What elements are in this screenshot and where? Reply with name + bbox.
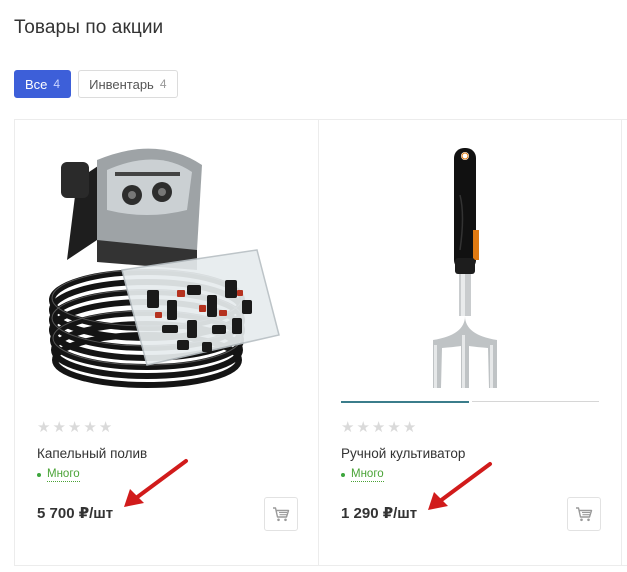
stock-dot-icon [341, 473, 345, 477]
rating-stars: ★ ★ ★ ★ ★ [341, 420, 416, 435]
slider-segment[interactable] [471, 401, 599, 402]
star-icon: ★ [341, 419, 355, 436]
filter-tab-all[interactable]: Все 4 [14, 70, 72, 98]
filter-tab-label: Инвентарь [89, 76, 154, 92]
product-grid: ★ ★ ★ ★ ★ Капельный полив Много 5 700 ₽/… [14, 119, 627, 566]
product-image-drip-irrigation[interactable] [37, 140, 295, 402]
add-to-cart-button[interactable] [264, 497, 298, 531]
star-icon: ★ [37, 419, 51, 436]
filter-tab-count: 4 [159, 77, 167, 91]
star-icon: ★ [52, 419, 66, 436]
stock-label: Много [351, 468, 384, 482]
rating-stars: ★ ★ ★ ★ ★ [37, 420, 112, 435]
page-title: Товары по акции [14, 17, 164, 38]
next-card-edge [622, 120, 627, 565]
star-icon: ★ [371, 419, 386, 436]
product-price: 1 290 ₽/шт [341, 505, 418, 522]
product-card[interactable]: ★ ★ ★ ★ ★ Ручной культиватор Много 1 290… [318, 120, 622, 565]
add-to-cart-button[interactable] [567, 497, 601, 531]
star-icon: ★ [356, 419, 370, 436]
filter-tab-count: 4 [53, 77, 61, 91]
filter-tab-inventory[interactable]: Инвентарь 4 [78, 70, 178, 98]
filter-tabs: Все 4 Инвентарь 4 [14, 70, 178, 98]
stock-dot-icon [37, 473, 41, 477]
product-price: 5 700 ₽/шт [37, 505, 114, 522]
cart-icon [576, 507, 593, 522]
product-card[interactable]: ★ ★ ★ ★ ★ Капельный полив Много 5 700 ₽/… [14, 120, 318, 565]
product-image-hand-cultivator[interactable] [341, 140, 599, 402]
star-icon: ★ [387, 419, 401, 436]
product-name[interactable]: Капельный полив [37, 446, 147, 461]
stock-label: Много [47, 468, 80, 482]
image-slider-indicator [341, 401, 599, 403]
product-name[interactable]: Ручной культиватор [341, 446, 465, 461]
stock-status: Много [341, 468, 384, 482]
filter-tab-label: Все [25, 76, 48, 92]
stock-status: Много [37, 468, 80, 482]
star-icon: ★ [67, 419, 82, 436]
star-icon: ★ [98, 419, 113, 436]
star-icon: ★ [402, 419, 417, 436]
star-icon: ★ [83, 419, 97, 436]
slider-segment-active[interactable] [341, 401, 469, 403]
cart-icon [273, 507, 290, 522]
